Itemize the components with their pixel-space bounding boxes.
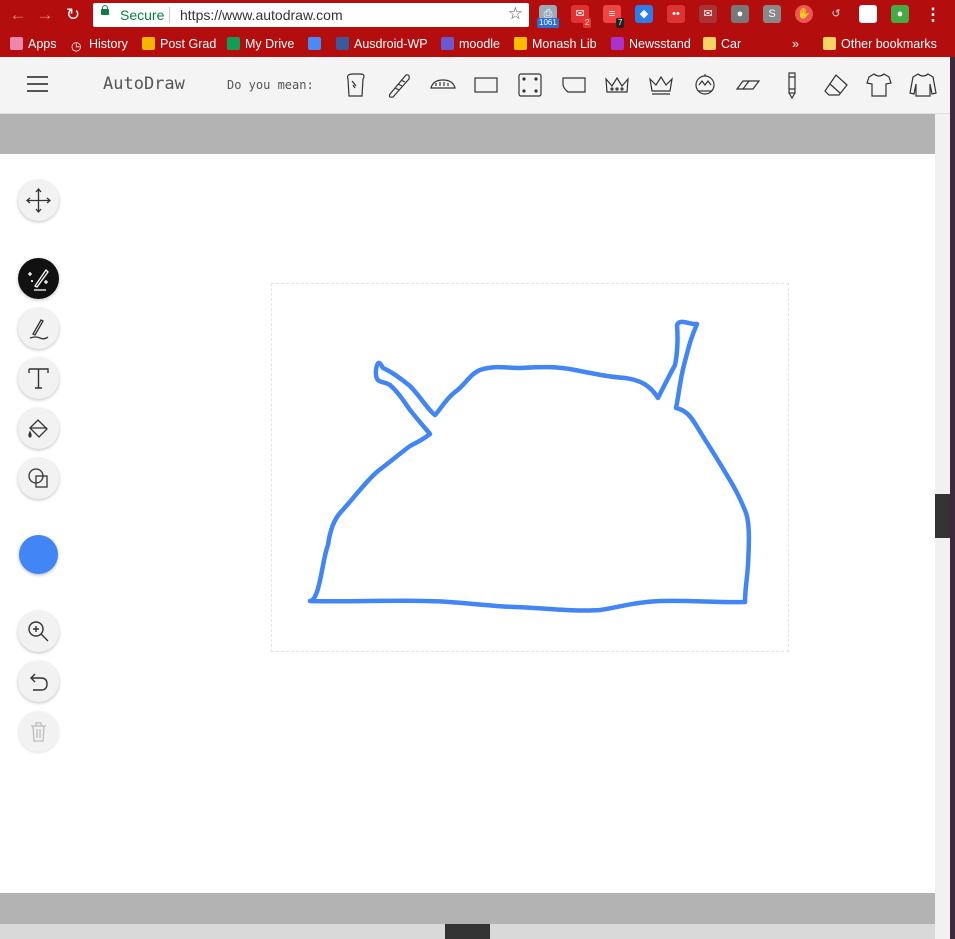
paint-bucket-icon: [28, 419, 48, 438]
shapes-icon: [28, 468, 48, 488]
fill-tool-button[interactable]: [18, 408, 59, 449]
select-tool-button[interactable]: [18, 180, 59, 221]
type-tool-button[interactable]: [18, 358, 59, 399]
zoom-in-icon: [28, 621, 49, 642]
move-arrows-icon: [26, 188, 51, 213]
undo-icon: [30, 673, 48, 691]
trash-icon: [31, 722, 46, 742]
zoom-tool-button[interactable]: [18, 611, 59, 652]
delete-button[interactable]: [18, 711, 59, 752]
autodraw-tool-button[interactable]: [18, 258, 59, 299]
undo-button[interactable]: [18, 661, 59, 702]
draw-tool-button[interactable]: [18, 308, 59, 349]
shape-tool-button[interactable]: [18, 458, 59, 499]
text-t-icon: [28, 368, 49, 389]
pencil-icon: [29, 319, 49, 340]
color-picker-button[interactable]: [19, 535, 58, 574]
magic-pen-icon: [28, 268, 49, 291]
user-drawing-stroke[interactable]: [0, 0, 955, 939]
